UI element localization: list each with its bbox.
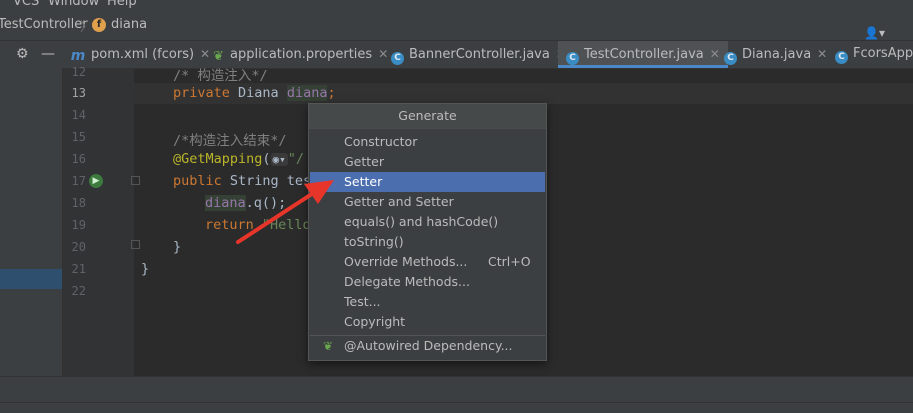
maven-icon: m [70, 48, 86, 64]
menu-bar: VCS Window Help [0, 0, 913, 10]
bottom-tool-bar [0, 376, 913, 413]
breadcrumb-field[interactable]: diana [111, 17, 147, 32]
menu-item-override-methods[interactable]: Override Methods... Ctrl+O [310, 252, 545, 272]
navigation-bar: TestController 〉 f diana 👤▾ [0, 10, 913, 41]
inlay-hint-icon: ◉▾ [270, 153, 288, 166]
project-panel-selected-row[interactable] [0, 269, 62, 289]
line-number: 21 [71, 262, 86, 276]
line-number: 17 [71, 174, 86, 188]
line-number: 18 [71, 196, 86, 210]
popup-title: Generate [309, 104, 546, 129]
line-numbers: 12 13 14 15 16 17 18 19 20 21 22 [63, 65, 134, 376]
line-number: 14 [71, 108, 86, 122]
menu-item-test[interactable]: Test... [310, 292, 545, 312]
line-number: 19 [71, 218, 86, 232]
menu-vcs[interactable]: VCS [13, 0, 39, 9]
minimize-icon[interactable]: — [41, 46, 55, 62]
menu-item-copyright[interactable]: Copyright [310, 312, 545, 332]
menu-help[interactable]: Help [107, 0, 137, 9]
tab-test-controller[interactable]: C TestController.java ✕ [558, 41, 728, 68]
close-icon[interactable]: ✕ [200, 47, 210, 61]
class-icon: C [835, 51, 848, 64]
menu-item-getter[interactable]: Getter [310, 152, 545, 172]
spring-leaf-icon: ❦ [323, 339, 334, 353]
close-icon[interactable]: ✕ [710, 47, 720, 61]
code-line-15: /*构造注入结束*/ [173, 133, 287, 149]
annotation-arrow-icon [236, 180, 334, 244]
shortcut-label: Ctrl+O [488, 254, 531, 269]
tab-diana[interactable]: C Diana.java ✕ [724, 41, 827, 68]
line-number: 15 [71, 130, 86, 144]
status-bar-divider [0, 402, 913, 403]
menu-item-constructor[interactable]: Constructor [310, 132, 545, 152]
line-number: 20 [71, 240, 86, 254]
class-icon: C [391, 52, 404, 65]
field-icon: f [92, 18, 106, 32]
code-line-12: /* 构造注入*/ [173, 68, 268, 84]
menu-window[interactable]: Window [48, 0, 99, 9]
code-line-16: @GetMapping(◉▾ "/ [173, 151, 305, 167]
close-icon[interactable]: ✕ [378, 47, 388, 61]
class-icon: C [724, 52, 737, 65]
line-number: 12 [71, 65, 86, 79]
menu-item-delegate-methods[interactable]: Delegate Methods... [310, 272, 545, 292]
code-line-13: private Diana diana; [173, 85, 336, 101]
project-panel[interactable] [0, 68, 63, 376]
menu-item-autowired-dependency[interactable]: ❦ @Autowired Dependency... [310, 336, 545, 356]
line-number-current: 13 [71, 86, 86, 100]
gear-icon[interactable]: ⚙ [16, 46, 29, 62]
spring-leaf-icon: ❦ [213, 49, 224, 64]
code-line-21: } [141, 261, 150, 277]
breadcrumb-class[interactable]: TestController [0, 17, 88, 32]
close-icon[interactable]: ✕ [817, 47, 827, 61]
line-number: 16 [71, 152, 86, 166]
editor-tab-bar: ⚙ — m pom.xml (fcors) ✕ ❦ application.prope… [0, 41, 913, 69]
tab-banner-controller[interactable]: CBannerController.java✕ [391, 41, 566, 68]
tab-fcors-application[interactable]: CFcorsAppli [835, 41, 913, 68]
code-line-20: } [173, 239, 182, 255]
run-gutter-icon[interactable]: ▶ [89, 174, 103, 188]
class-icon: C [566, 52, 579, 65]
line-number: 22 [71, 284, 86, 298]
user-icon[interactable]: 👤▾ [864, 26, 888, 40]
